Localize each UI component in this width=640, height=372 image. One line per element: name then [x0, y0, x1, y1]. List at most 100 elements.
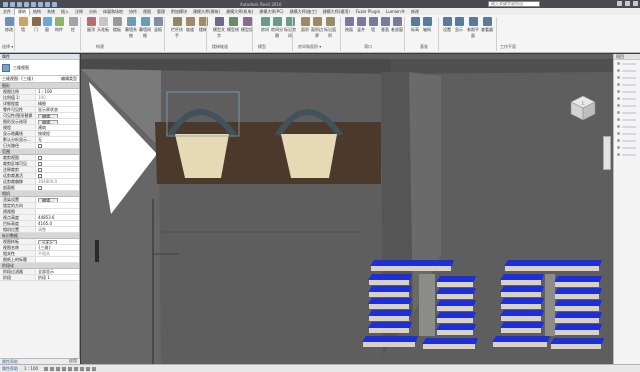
property-value[interactable]: 阶段 1: [36, 275, 79, 280]
ribbon-tab[interactable]: 视图: [140, 9, 154, 15]
rail-item[interactable]: [614, 109, 640, 116]
ribbon-tool[interactable]: 天花板: [96, 17, 110, 33]
property-value[interactable]: 按规程: [36, 131, 79, 136]
ribbon-group-label[interactable]: 选择 ▾: [2, 44, 13, 50]
ribbon-tab[interactable]: 协作: [126, 9, 140, 15]
rail-item[interactable]: [614, 123, 640, 130]
property-value[interactable]: 无: [36, 137, 79, 142]
ribbon-tab[interactable]: 修改: [408, 9, 422, 15]
property-value[interactable]: 1 : 100: [36, 89, 79, 94]
property-value[interactable]: 4165.0: [36, 221, 79, 226]
rail-item[interactable]: [614, 60, 640, 67]
measure-icon[interactable]: [45, 1, 50, 7]
rail-item[interactable]: [614, 67, 640, 74]
instance-selector[interactable]: 三维视图: {三维} 编辑类型: [0, 76, 79, 83]
rail-item[interactable]: [614, 151, 640, 158]
property-value[interactable]: 44853.6: [36, 215, 79, 220]
ribbon-tool[interactable]: 显示: [452, 17, 466, 33]
property-checkbox[interactable]: [38, 162, 42, 166]
property-value[interactable]: 编辑...: [36, 197, 79, 202]
property-value[interactable]: <无>: [36, 239, 79, 244]
save-icon[interactable]: [17, 1, 22, 7]
property-value[interactable]: 编辑...: [36, 119, 79, 124]
ribbon-tab[interactable]: 注释: [72, 9, 86, 15]
visual-style-icon[interactable]: [50, 366, 55, 371]
ribbon-tool[interactable]: 标记房间: [283, 17, 297, 39]
ribbon-tab[interactable]: Lumion®: [383, 9, 408, 14]
property-checkbox[interactable]: [38, 168, 42, 172]
property-value[interactable]: [36, 161, 79, 166]
ribbon-tool[interactable]: 幕墙网格: [138, 17, 152, 39]
ribbon-tab[interactable]: 建模大师(建筑): [190, 9, 223, 15]
status-properties-link[interactable]: 属性帮助: [2, 366, 18, 372]
ribbon-tab[interactable]: 建筑: [14, 8, 30, 15]
ribbon-tool[interactable]: 楼梯: [196, 17, 210, 33]
rail-item[interactable]: [614, 116, 640, 123]
ribbon-tab[interactable]: 建模大师(机电): [223, 9, 256, 15]
ribbon-tab[interactable]: 管理: [154, 9, 168, 15]
property-value[interactable]: [36, 167, 79, 172]
ribbon-tab[interactable]: 附加模块: [168, 9, 190, 15]
print-icon[interactable]: [38, 1, 43, 7]
property-edit-button[interactable]: <无>: [38, 240, 57, 244]
quick-access-toolbar[interactable]: [0, 1, 57, 7]
model-canvas[interactable]: [81, 54, 613, 364]
ribbon-tool[interactable]: 查看器: [480, 17, 494, 33]
property-value[interactable]: [36, 185, 79, 190]
minimize-icon[interactable]: [617, 1, 622, 6]
property-value[interactable]: 精细: [36, 101, 79, 106]
ribbon-tab[interactable]: 分析: [86, 9, 100, 15]
3d-viewport[interactable]: 上: [81, 54, 613, 364]
lock-view-icon[interactable]: [86, 366, 91, 371]
sun-path-icon[interactable]: [56, 366, 61, 371]
navigation-bar[interactable]: [603, 136, 611, 170]
detail-level-icon[interactable]: [44, 366, 49, 371]
rail-item[interactable]: [614, 137, 640, 144]
rail-item[interactable]: [614, 81, 640, 88]
type-selector[interactable]: 三维视图: [0, 60, 79, 76]
open-icon[interactable]: [10, 1, 15, 7]
edit-type-button[interactable]: 编辑类型: [61, 76, 77, 82]
property-edit-button[interactable]: 编辑...: [38, 120, 58, 124]
ribbon-tool[interactable]: 标记面积: [323, 17, 337, 39]
ribbon-tool[interactable]: 竖梃: [151, 17, 165, 33]
shadows-icon[interactable]: [62, 366, 67, 371]
ribbon-tool[interactable]: 面积边界: [310, 17, 324, 39]
view-scale[interactable]: 1 : 100: [24, 366, 38, 371]
ribbon-tool[interactable]: 墙: [16, 17, 30, 33]
ribbon-tool[interactable]: 轴网: [420, 17, 434, 33]
ribbon-tool[interactable]: 坡道: [183, 17, 197, 33]
render-icon[interactable]: [68, 366, 73, 371]
property-value[interactable]: 编辑...: [36, 113, 79, 118]
ribbon-tool[interactable]: 模型文字: [212, 17, 226, 39]
ribbon-tool[interactable]: 房间分隔: [270, 17, 284, 39]
property-value[interactable]: [36, 155, 79, 160]
undo-icon[interactable]: [24, 1, 29, 7]
crop-icon[interactable]: [74, 366, 79, 371]
property-checkbox[interactable]: [38, 156, 42, 160]
view-control-bar[interactable]: [44, 366, 97, 371]
ribbon-tab[interactable]: 建模大师(施工): [287, 9, 320, 15]
close-icon[interactable]: [633, 1, 638, 6]
hide-isolate-icon[interactable]: [92, 366, 97, 371]
ribbon-tab[interactable]: 结构: [30, 9, 44, 15]
show-crop-icon[interactable]: [80, 366, 85, 371]
ribbon-tool[interactable]: 柱: [66, 17, 80, 33]
property-value[interactable]: [36, 173, 79, 178]
property-edit-button[interactable]: 编辑...: [38, 114, 58, 118]
3d-view-icon[interactable]: [52, 1, 57, 7]
ribbon-tool[interactable]: 老虎窗: [390, 17, 404, 33]
rail-item[interactable]: [614, 88, 640, 95]
property-value[interactable]: {三维}: [36, 245, 79, 250]
property-checkbox[interactable]: [38, 186, 42, 190]
rail-item[interactable]: [614, 95, 640, 102]
maximize-icon[interactable]: [625, 1, 630, 6]
property-checkbox[interactable]: [38, 174, 42, 178]
ribbon-tool[interactable]: 模型线: [226, 17, 240, 33]
rail-item[interactable]: [614, 74, 640, 81]
app-menu-icon[interactable]: [3, 1, 8, 7]
ribbon-tab[interactable]: 文件: [0, 9, 14, 15]
property-edit-button[interactable]: 编辑...: [38, 198, 58, 202]
rail-item[interactable]: [614, 102, 640, 109]
ribbon-tab[interactable]: 插入: [58, 9, 72, 15]
